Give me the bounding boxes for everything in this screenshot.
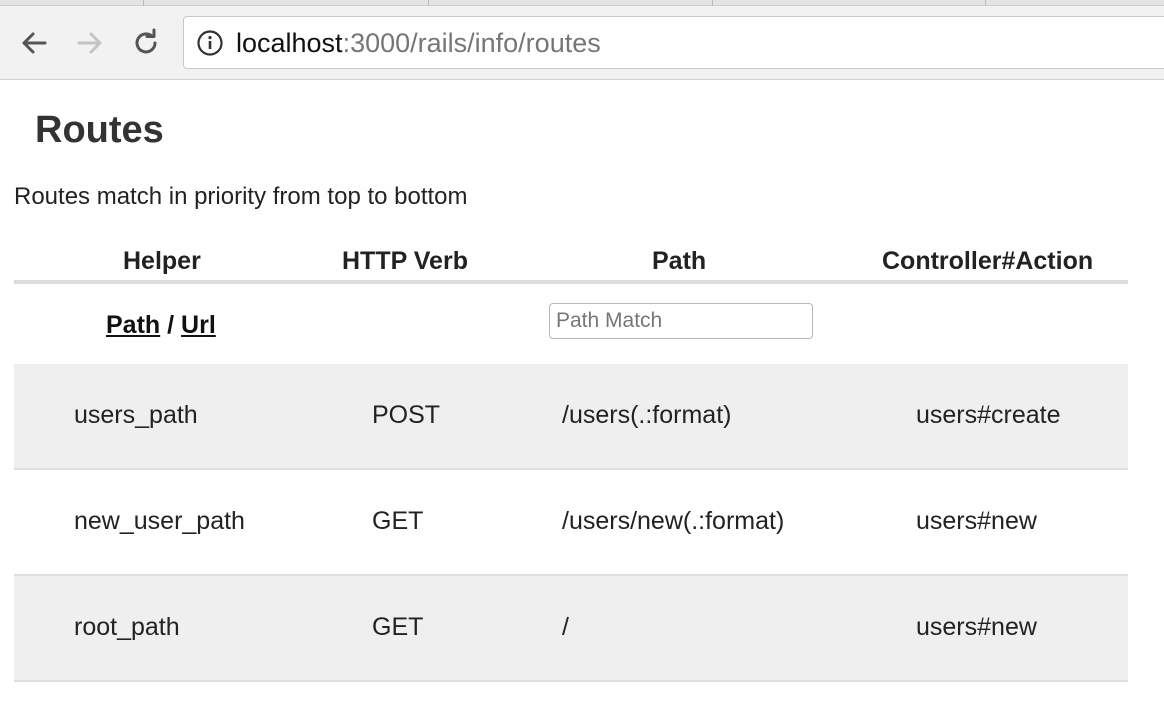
cell-http-verb: POST xyxy=(372,401,441,429)
tab-divider xyxy=(985,0,986,6)
table-row: root_path GET / users#new xyxy=(14,576,1128,682)
tab-strip xyxy=(0,0,1164,6)
cell-controller-action: users#create xyxy=(916,401,1061,429)
page-title: Routes xyxy=(35,109,164,151)
header-path: Path xyxy=(652,247,707,275)
cell-http-verb: GET xyxy=(372,613,424,641)
info-icon[interactable] xyxy=(196,29,224,57)
browser-toolbar: localhost:3000/rails/info/routes xyxy=(0,0,1164,80)
page-subtitle: Routes match in priority from top to bot… xyxy=(14,183,468,210)
back-arrow-icon xyxy=(22,32,47,54)
table-row: new_user_path GET /users/new(.:format) u… xyxy=(14,470,1128,576)
filter-row: Path / Url xyxy=(14,284,1128,364)
table-row: users_path POST /users(.:format) users#c… xyxy=(14,364,1128,470)
cell-helper: root_path xyxy=(74,613,180,641)
url-link[interactable]: Url xyxy=(181,311,216,339)
cell-path: /users/new(.:format) xyxy=(562,507,785,535)
tab-divider xyxy=(143,0,144,6)
path-match-input[interactable] xyxy=(549,303,813,339)
reload-button[interactable] xyxy=(126,23,166,63)
cell-controller-action: users#new xyxy=(916,613,1037,641)
address-url[interactable]: localhost:3000/rails/info/routes xyxy=(236,27,601,59)
forward-button[interactable] xyxy=(70,23,110,63)
header-controller-action: Controller#Action xyxy=(882,247,1094,275)
cell-helper: users_path xyxy=(74,401,198,429)
cell-controller-action: users#new xyxy=(916,507,1037,535)
routes-table: Helper HTTP Verb Path Controller#Action … xyxy=(14,240,1128,682)
table-header-row: Helper HTTP Verb Path Controller#Action xyxy=(14,240,1128,284)
path-url-separator: / xyxy=(167,311,175,339)
address-bar[interactable]: localhost:3000/rails/info/routes xyxy=(183,16,1164,69)
cell-path: /users(.:format) xyxy=(562,401,732,429)
header-helper: Helper xyxy=(123,247,201,275)
forward-arrow-icon xyxy=(77,32,102,54)
url-host: localhost xyxy=(236,28,343,58)
cell-helper: new_user_path xyxy=(74,507,245,535)
path-url-toggle: Path / Url xyxy=(106,310,216,340)
header-http-verb: HTTP Verb xyxy=(342,247,468,275)
path-link[interactable]: Path xyxy=(106,311,160,339)
cell-http-verb: GET xyxy=(372,507,424,535)
back-button[interactable] xyxy=(14,23,54,63)
tab-divider xyxy=(712,0,713,6)
url-path: :3000/rails/info/routes xyxy=(342,28,601,58)
cell-path: / xyxy=(562,613,569,641)
reload-icon xyxy=(135,28,157,54)
tab-divider xyxy=(428,0,429,6)
